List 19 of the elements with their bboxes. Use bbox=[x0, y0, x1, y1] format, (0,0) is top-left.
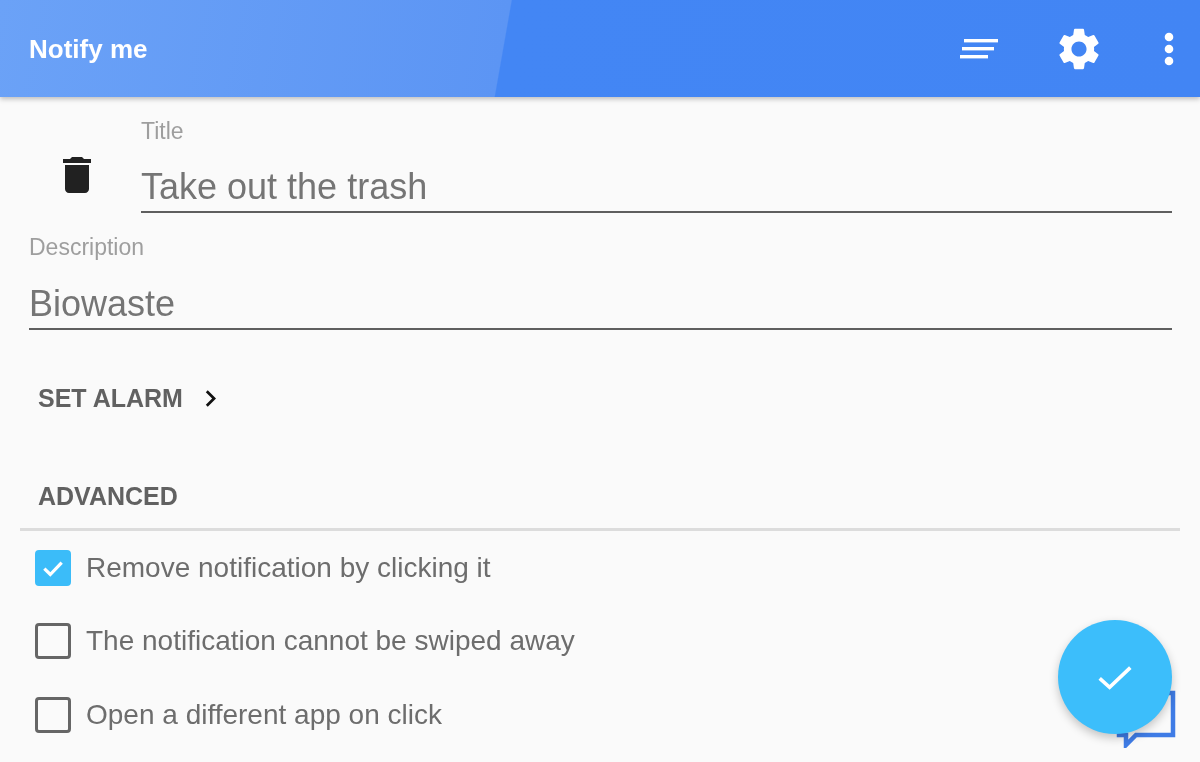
trash-icon[interactable] bbox=[63, 157, 91, 193]
dots-menu-icon[interactable] bbox=[1164, 31, 1174, 66]
done-button[interactable] bbox=[1058, 620, 1172, 734]
checkbox[interactable] bbox=[35, 623, 71, 660]
checkbox-label: Open a different app on click bbox=[86, 697, 442, 732]
lines-icon[interactable] bbox=[960, 38, 998, 59]
title-input[interactable]: Take out the trash bbox=[141, 163, 1172, 213]
settings-icon[interactable] bbox=[1058, 27, 1100, 70]
checkbox-label: Remove notification by clicking it bbox=[86, 550, 491, 585]
app-title: Notify me bbox=[29, 32, 148, 65]
checkbox[interactable] bbox=[35, 549, 71, 586]
checkbox[interactable] bbox=[35, 696, 71, 733]
field-label: Description bbox=[29, 233, 146, 261]
checkbox-label: The notification cannot be swiped away bbox=[86, 624, 575, 659]
chevron-right-icon bbox=[204, 389, 216, 407]
field-label: Title bbox=[141, 117, 185, 145]
description-input[interactable]: Biowaste bbox=[29, 280, 1172, 330]
section-heading: ADVANCED bbox=[37, 481, 179, 511]
set-alarm-button[interactable]: SET ALARM bbox=[29, 369, 225, 427]
